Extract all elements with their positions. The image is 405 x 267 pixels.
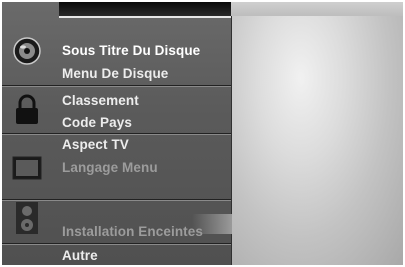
disc-icon (10, 34, 44, 68)
menu-item-classement[interactable]: Classement (62, 93, 139, 108)
menu-item-code-pays[interactable]: Code Pays (62, 115, 132, 130)
menu-item-autre[interactable]: Autre (62, 248, 98, 263)
section-disc: Sous Titre Du Disque Menu De Disque (2, 16, 231, 84)
section-other: Autre (2, 245, 231, 265)
submenu-preview-pane (231, 16, 403, 265)
lock-icon (10, 93, 44, 127)
speaker-icon (10, 201, 44, 235)
section-tv: Aspect TV Langage Menu (2, 135, 231, 197)
label-overflow-fade (192, 214, 232, 234)
osd-screen: Sous Titre Du Disque Menu De Disque Clas… (2, 2, 403, 265)
menu-item-langage-menu[interactable]: Langage Menu (62, 160, 158, 175)
menu-item-aspect-tv[interactable]: Aspect TV (62, 137, 129, 152)
tv-icon (10, 151, 44, 185)
menu-item-sous-titre-du-disque[interactable]: Sous Titre Du Disque (62, 43, 200, 58)
preview-header-bar (231, 2, 403, 16)
menu-item-menu-de-disque[interactable]: Menu De Disque (62, 66, 168, 81)
menu-item-installation-enceintes[interactable]: Installation Enceintes (62, 224, 203, 239)
